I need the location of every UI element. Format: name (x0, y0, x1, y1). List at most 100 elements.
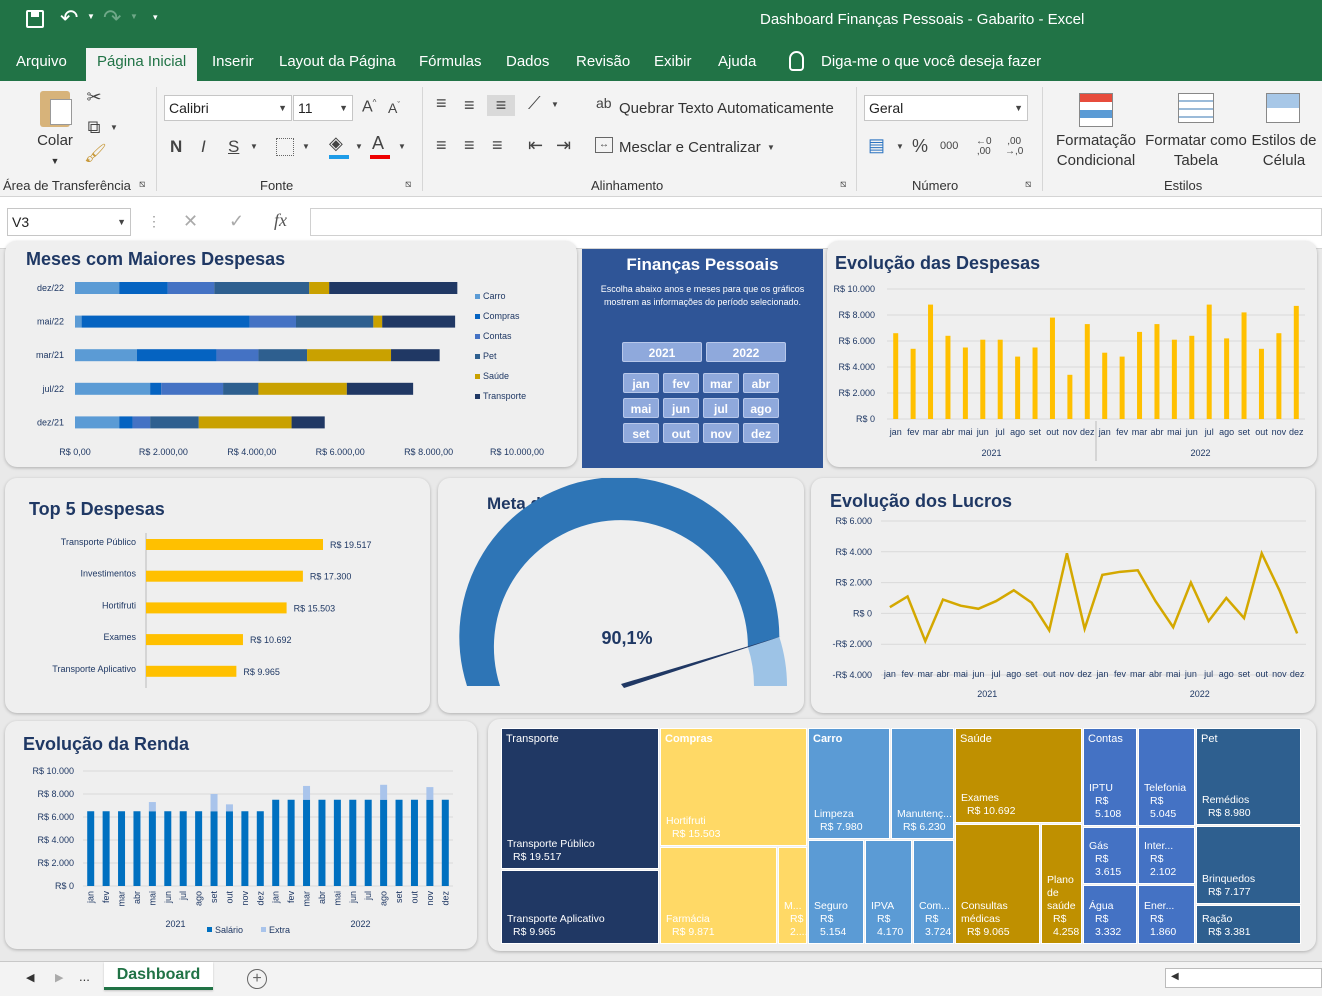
name-box[interactable]: V3 ▼ (7, 208, 131, 236)
accounting-dropdown-icon[interactable]: ▼ (896, 142, 904, 151)
conditional-format-button[interactable]: Formatação Condicional (1048, 131, 1144, 171)
month-button-set[interactable]: set (623, 423, 659, 443)
decrease-indent-icon[interactable]: ⇤ (528, 135, 543, 156)
scroll-left-icon[interactable]: ◀ (1171, 971, 1179, 982)
decrease-decimal-icon[interactable]: ,00 →,0 (1005, 137, 1023, 157)
month-button-dez[interactable]: dez (743, 423, 779, 443)
next-sheet-icon[interactable]: ▶ (55, 971, 63, 984)
cut-icon[interactable]: ✂ (84, 87, 104, 108)
chart-evolucao-despesas: R$ 0 R$ 2.000 R$ 4.000 R$ 6.000 R$ 8.000 R$ 1… (833, 284, 1305, 461)
month-button-jul[interactable]: jul (703, 398, 739, 418)
format-painter-icon[interactable]: 🖌 (84, 143, 107, 164)
copy-dropdown-icon[interactable]: ▼ (108, 123, 120, 132)
orientation-dropdown-icon[interactable]: ▼ (551, 100, 559, 109)
tab-formulas[interactable]: Fórmulas (408, 48, 493, 81)
font-size-combo[interactable]: 11 ▼ (293, 95, 353, 121)
formula-input[interactable] (310, 208, 1322, 236)
month-button-out[interactable]: out (663, 423, 699, 443)
undo-dropdown-icon[interactable]: ▼ (87, 12, 95, 21)
horizontal-scrollbar[interactable]: ◀ (1165, 968, 1322, 988)
alignment-launcher-icon[interactable]: ⧅ (840, 179, 846, 190)
align-middle-icon[interactable]: ≡ (464, 95, 475, 116)
bar-segment (119, 416, 133, 429)
month-button-mai[interactable]: mai (623, 398, 659, 418)
align-center-icon[interactable]: ≡ (464, 135, 475, 156)
redo-dropdown-icon[interactable]: ▼ (130, 12, 138, 21)
merge-dropdown-icon[interactable]: ▼ (767, 143, 775, 152)
font-color-icon[interactable]: A (370, 133, 390, 159)
number-format-combo[interactable]: Geral ▼ (864, 95, 1028, 121)
orientation-icon[interactable]: ⟋ (528, 93, 541, 114)
bar (893, 333, 899, 419)
font-name-combo[interactable]: Calibri ▼ (164, 95, 292, 121)
borders-icon[interactable] (276, 138, 294, 156)
customize-toolbar-icon[interactable]: ▾ (153, 12, 158, 23)
tab-dados[interactable]: Dados (495, 48, 560, 81)
italic-button[interactable]: I (201, 137, 206, 157)
tab-arquivo[interactable]: Arquivo (5, 48, 78, 81)
undo-icon[interactable]: ↶ (60, 5, 78, 31)
fill-dropdown-icon[interactable]: ▼ (355, 142, 363, 151)
font-color-dropdown-icon[interactable]: ▼ (398, 142, 406, 151)
tab-revisao[interactable]: Revisão (565, 48, 641, 81)
month-button-nov[interactable]: nov (703, 423, 739, 443)
borders-dropdown-icon[interactable]: ▼ (302, 142, 310, 151)
month-button-mar[interactable]: mar (703, 373, 739, 393)
underline-button[interactable]: S (228, 137, 239, 157)
wrap-text-icon: ab (596, 95, 612, 111)
increase-font-icon[interactable]: A^ (362, 98, 376, 116)
bold-button[interactable]: N (170, 137, 182, 157)
accounting-format-icon[interactable]: ▤ (868, 135, 885, 156)
tab-inserir[interactable]: Inserir (201, 48, 265, 81)
increase-indent-icon[interactable]: ⇥ (556, 135, 571, 156)
increase-decimal-icon[interactable]: ←0,00 (976, 137, 992, 157)
percent-button[interactable]: % (912, 136, 928, 157)
cancel-icon[interactable]: ✕ (183, 211, 198, 232)
month-button-jun[interactable]: jun (663, 398, 699, 418)
sheet-tab-dashboard[interactable]: Dashboard (104, 962, 213, 990)
redo-icon[interactable]: ↷ (103, 5, 121, 31)
year-button-2021[interactable]: 2021 (622, 342, 702, 362)
treemap-label: Brinquedos R$ 7.177 (1202, 873, 1297, 899)
month-button-jan[interactable]: jan (623, 373, 659, 393)
paste-dropdown-icon[interactable]: ▼ (45, 151, 65, 171)
paste-button[interactable]: Colar (30, 131, 80, 151)
tab-layout[interactable]: Layout da Página (268, 48, 407, 81)
year-button-2022[interactable]: 2022 (706, 342, 786, 362)
add-sheet-icon[interactable]: + (247, 969, 267, 989)
align-bottom-icon[interactable]: ≡ (487, 95, 515, 116)
month-label: jan (1095, 669, 1108, 679)
month-button-abr[interactable]: abr (743, 373, 779, 393)
tell-me-input[interactable]: Diga-me o que você deseja fazer (821, 53, 1041, 70)
bar (1015, 356, 1021, 419)
tab-exibir[interactable]: Exibir (643, 48, 703, 81)
tab-pagina-inicial[interactable]: Página Inicial (86, 48, 198, 81)
prev-sheet-icon[interactable]: ◀ (26, 971, 34, 984)
month-button-ago[interactable]: ago (743, 398, 779, 418)
alignment-group-label: Alinhamento (591, 178, 664, 193)
copy-icon[interactable]: ⧉ (84, 117, 104, 138)
align-left-icon[interactable]: ≡ (436, 135, 447, 156)
align-right-icon[interactable]: ≡ (492, 135, 503, 156)
month-button-fev[interactable]: fev (663, 373, 699, 393)
clipboard-launcher-icon[interactable]: ⧅ (139, 179, 145, 190)
fill-color-icon[interactable]: ◈ (329, 133, 349, 159)
align-top-icon[interactable]: ≡ (436, 93, 447, 114)
paste-icon[interactable] (40, 91, 72, 127)
font-launcher-icon[interactable]: ⧅ (405, 179, 411, 190)
thousands-button[interactable]: 000 (940, 140, 958, 152)
enter-icon[interactable]: ✓ (229, 211, 244, 232)
treemap-value: R$ 3.381 (1208, 926, 1251, 938)
number-launcher-icon[interactable]: ⧅ (1025, 179, 1031, 190)
more-sheets-icon[interactable]: ... (79, 969, 90, 984)
wrap-text-button[interactable]: Quebrar Texto Automaticamente (619, 99, 834, 119)
legend-swatch (475, 294, 480, 299)
cell-styles-button[interactable]: Estilos de Célula (1249, 131, 1319, 171)
merge-center-button[interactable]: Mesclar e Centralizar (619, 138, 761, 158)
insert-function-button[interactable]: fx (274, 210, 287, 231)
format-table-button[interactable]: Formatar como Tabela (1143, 131, 1249, 171)
decrease-font-icon[interactable]: Aˇ (388, 100, 400, 116)
save-icon[interactable] (26, 10, 44, 28)
tab-ajuda[interactable]: Ajuda (707, 48, 767, 81)
underline-dropdown-icon[interactable]: ▼ (250, 142, 258, 151)
